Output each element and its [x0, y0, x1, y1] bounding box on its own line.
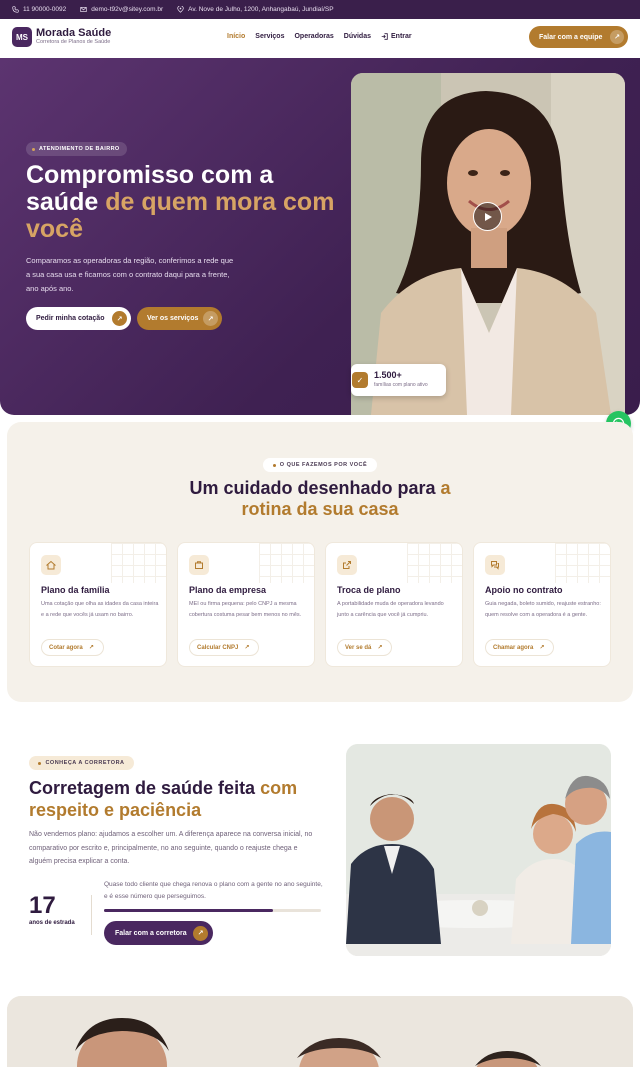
brand-name: Morada Saúde [36, 27, 112, 39]
phone-icon [12, 6, 19, 13]
service-card-title: Plano da empresa [189, 585, 267, 595]
grid-decoration [555, 543, 610, 583]
grid-decoration [259, 543, 314, 583]
services-title-main: Um cuidado desenhado para [189, 478, 441, 498]
arrow-up-right-icon: ↗ [193, 925, 208, 941]
hero-description: Comparamos as operadoras da região, conf… [26, 256, 234, 293]
quote-request-button[interactable]: Pedir minha cotação ↗ [26, 307, 131, 330]
renewal-progress-fill [104, 909, 274, 912]
header-cta-label: Falar com a equipe [539, 33, 603, 41]
arrow-up-right-icon: ↗ [203, 311, 218, 326]
service-card-title: Apoio no contrato [485, 585, 563, 595]
header-cta-button[interactable]: Falar com a equipe ↗ [529, 26, 628, 48]
service-card-link-label: Ver se dá [345, 644, 372, 651]
login-link[interactable]: Entrar [381, 33, 412, 40]
services-badge: O QUE FAZEMOS POR VOCÊ [263, 458, 377, 472]
years-stat-label: anos de estrada [29, 920, 75, 926]
families-stat-card: ✓ 1.500+ famílias com plano ativo [351, 364, 446, 396]
topbar-phone[interactable]: 11 90000-0092 [12, 6, 66, 13]
service-card-support[interactable]: Apoio no contrato Guia negada, boleto su… [473, 542, 611, 667]
service-card-description: A portabilidade muda de operadora levand… [337, 601, 444, 618]
service-card-link-label: Cotar agora [49, 644, 83, 651]
nav-item-duvidas[interactable]: Dúvidas [344, 33, 371, 40]
service-card-company[interactable]: Plano da empresa MEI ou firma pequena: p… [177, 542, 315, 667]
arrow-up-right-icon: ↗ [244, 645, 250, 651]
about-title-main: Corretagem de saúde feita [29, 778, 261, 798]
families-stat-label: famílias com plano ativo [374, 382, 428, 388]
about-title: Corretagem de saúde feita com respeito e… [29, 777, 329, 821]
arrow-up-right-icon: ↗ [377, 645, 383, 651]
hero-section: ATENDIMENTO DE BAIRRO Compromisso com a … [0, 58, 640, 415]
main-nav: Início Serviços Operadoras Dúvidas Entra… [227, 33, 412, 40]
service-card-family[interactable]: Plano da família Uma cotação que olha as… [29, 542, 167, 667]
about-description: Não vendemos plano: ajudamos a escolher … [29, 831, 313, 865]
service-card-title: Troca de plano [337, 585, 401, 595]
renewal-progress-bar [104, 909, 321, 912]
login-icon [381, 33, 388, 40]
service-card-description: Guia negada, boleto sumido, reajuste est… [485, 601, 601, 618]
topbar-address-text: Av. Nove de Julho, 1200, Anhangabaú, Jun… [188, 6, 334, 13]
service-card-link-label: Calcular CNPJ [197, 644, 239, 651]
hero-badge: ATENDIMENTO DE BAIRRO [26, 142, 127, 156]
grid-decoration [111, 543, 166, 583]
service-card-title: Plano da família [41, 585, 110, 595]
about-badge: CONHEÇA A CORRETORA [29, 756, 134, 770]
team-banner [7, 996, 633, 1067]
mail-icon [80, 7, 87, 12]
play-icon [484, 212, 492, 221]
play-video-button[interactable] [473, 202, 502, 231]
logo[interactable]: MS [12, 27, 32, 47]
nav-item-inicio[interactable]: Início [227, 33, 245, 40]
topbar-address: Av. Nove de Julho, 1200, Anhangabaú, Jun… [177, 6, 334, 13]
brand[interactable]: Morada Saúde Corretora de Planos de Saúd… [36, 27, 111, 46]
families-stat-number: 1.500+ [374, 370, 402, 380]
talk-to-broker-label: Falar com a corretora [115, 929, 187, 937]
service-card-link[interactable]: Chamar agora ↗ [485, 639, 555, 656]
topbar-email-text: demo-t92v@sitey.com.br [91, 6, 164, 13]
chat-icon [485, 555, 505, 575]
check-icon: ✓ [352, 372, 368, 388]
arrow-up-right-icon: ↗ [539, 645, 545, 651]
grid-decoration [407, 543, 462, 583]
brand-tagline: Corretora de Planos de Saúde [36, 39, 111, 45]
service-card-switch[interactable]: Troca de plano A portabilidade muda de o… [325, 542, 463, 667]
years-stat-number: 17 [29, 892, 56, 919]
team-photo-illustration [346, 744, 611, 956]
arrow-up-right-icon: ↗ [112, 311, 127, 326]
view-services-button[interactable]: Ver os serviços ↗ [137, 307, 222, 330]
quote-request-label: Pedir minha cotação [36, 315, 105, 322]
topbar-phone-text: 11 90000-0092 [23, 6, 67, 13]
hero-title: Compromisso com a saúde de quem mora com… [26, 162, 346, 243]
service-card-description: Uma cotação que olha as idades da casa i… [41, 601, 159, 618]
briefcase-icon [189, 555, 209, 575]
location-pin-icon [177, 6, 184, 13]
view-services-label: Ver os serviços [147, 315, 199, 322]
talk-to-broker-button[interactable]: Falar com a corretora ↗ [104, 921, 213, 945]
service-card-link[interactable]: Calcular CNPJ ↗ [189, 639, 260, 656]
service-card-link[interactable]: Cotar agora ↗ [41, 639, 104, 656]
service-card-link[interactable]: Ver se dá ↗ [337, 639, 393, 656]
team-photo [346, 744, 611, 956]
site-header: MS Morada Saúde Corretora de Planos de S… [0, 19, 640, 57]
divider [91, 895, 92, 935]
topbar-email[interactable]: demo-t92v@sitey.com.br [80, 6, 163, 13]
external-link-icon [337, 555, 357, 575]
arrow-up-right-icon: ↗ [610, 30, 624, 44]
nav-item-servicos[interactable]: Serviços [255, 33, 284, 40]
service-card-description: MEI ou firma pequena: pelo CNPJ a mesma … [189, 601, 302, 618]
team-banner-illustration [7, 996, 633, 1067]
top-bar: 11 90000-0092 demo-t92v@sitey.com.br Av.… [0, 0, 640, 19]
about-quote: Quase todo cliente que chega renova o pl… [104, 881, 323, 900]
service-card-link-label: Chamar agora [493, 644, 534, 651]
arrow-up-right-icon: ↗ [88, 645, 94, 651]
home-icon [41, 555, 61, 575]
services-title: Um cuidado desenhado para a rotina da su… [170, 478, 470, 520]
login-label: Entrar [391, 33, 412, 40]
nav-item-operadoras[interactable]: Operadoras [294, 33, 333, 40]
